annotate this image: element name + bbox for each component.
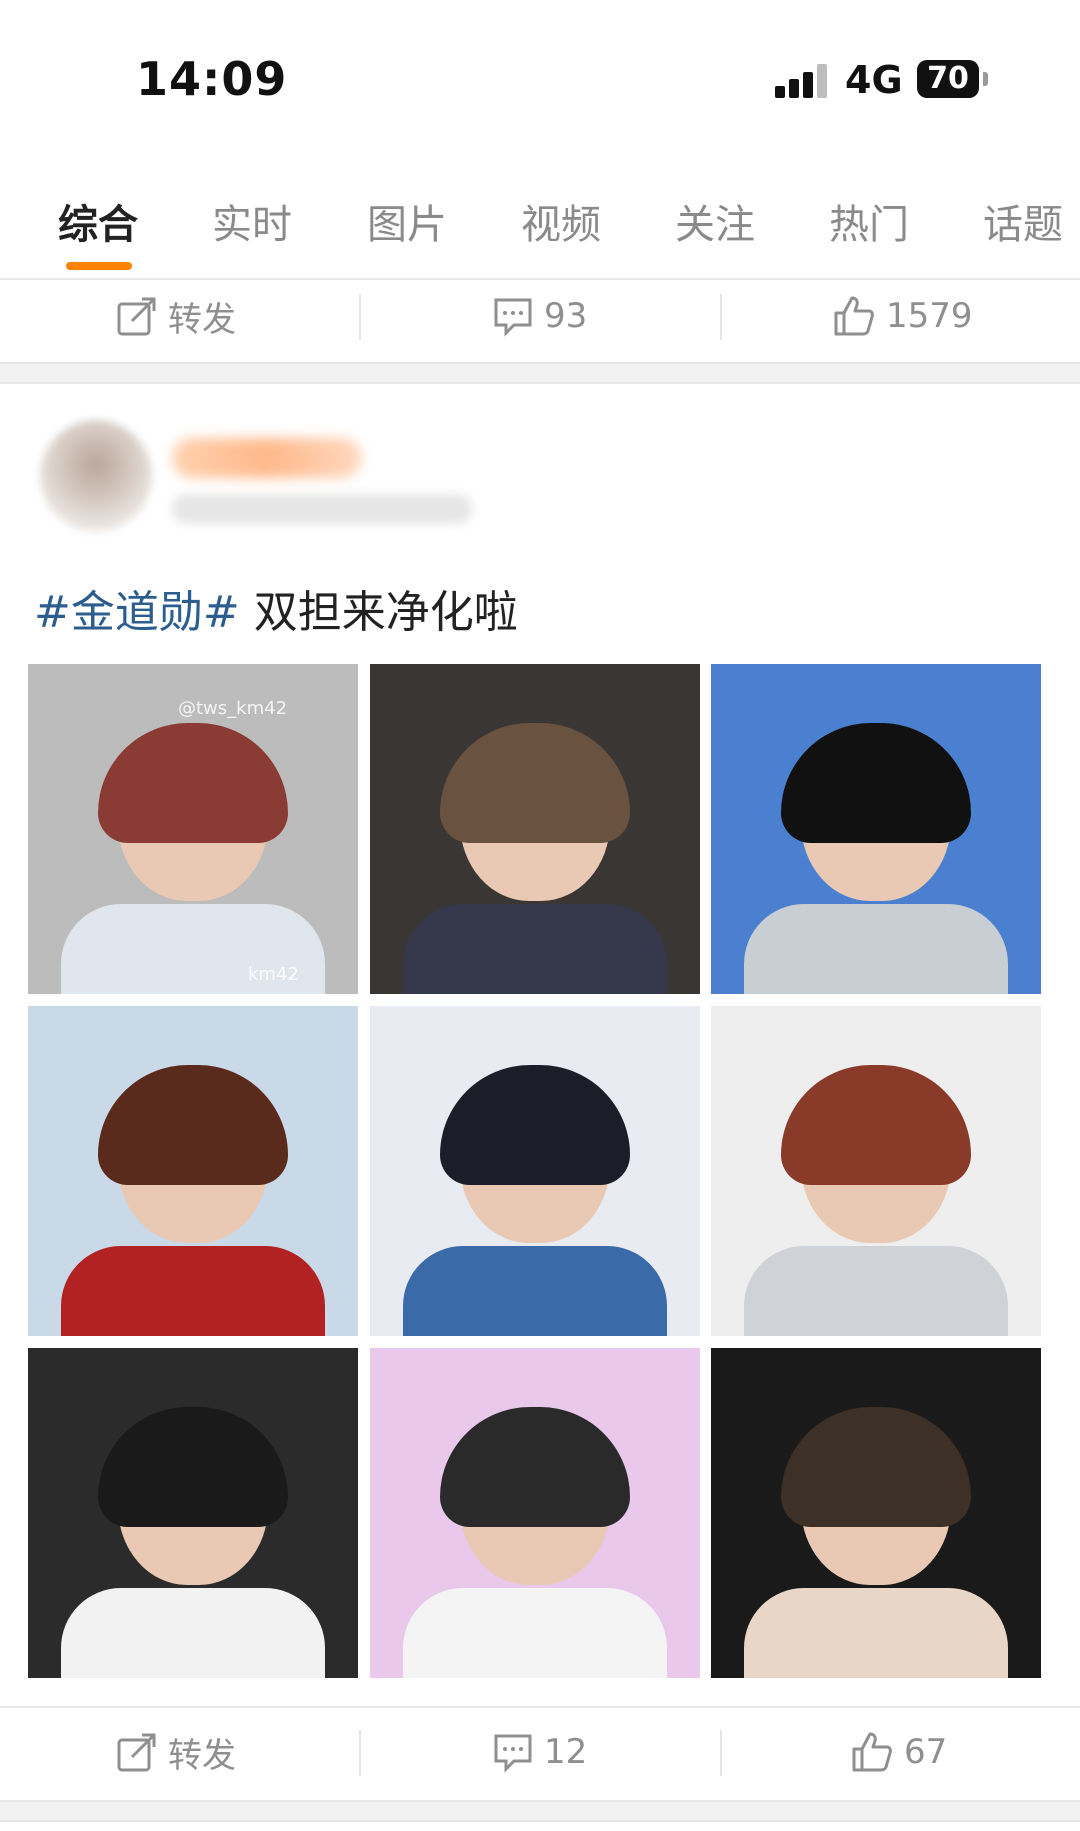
comment-icon	[494, 1734, 532, 1773]
post-image-4[interactable]	[28, 1006, 358, 1336]
status-time: 14:09	[136, 52, 288, 106]
comment-count: 12	[544, 1732, 588, 1772]
hashtag-link[interactable]: #金道勋#	[34, 587, 240, 638]
comment-button[interactable]: 93	[492, 272, 587, 360]
photo-clothing	[744, 904, 1008, 994]
photo-watermark: @tws_km42	[178, 698, 288, 719]
repost-icon	[117, 297, 156, 336]
thumbs-up-icon	[852, 1732, 892, 1772]
post-image-8[interactable]	[370, 1348, 700, 1678]
like-count: 1579	[886, 296, 973, 336]
tab-hot[interactable]: 热门	[829, 192, 909, 250]
photo-hair	[440, 1065, 630, 1186]
photo-clothing	[744, 1588, 1008, 1678]
tab-following[interactable]: 关注	[675, 192, 755, 250]
comment-count: 93	[544, 296, 588, 336]
photo-hair	[98, 723, 288, 844]
post-text: #金道勋# 双担来净化啦	[34, 576, 518, 640]
tab-images[interactable]: 图片	[367, 192, 447, 250]
battery-icon: 70	[917, 60, 979, 98]
photo-clothing	[403, 904, 667, 994]
feed-gap	[0, 1800, 1080, 1822]
post-action-bar: 转发 12 67	[0, 1708, 1080, 1796]
photo-clothing	[61, 1588, 325, 1678]
tab-comprehensive[interactable]: 综合	[58, 192, 138, 250]
repost-icon	[117, 1733, 156, 1772]
post-image-7[interactable]	[28, 1348, 358, 1678]
battery-tip	[983, 72, 988, 86]
post-image-9[interactable]	[711, 1348, 1041, 1678]
post-image-5[interactable]	[370, 1006, 700, 1336]
action-separator	[720, 294, 722, 340]
thumbs-up-icon	[834, 296, 874, 336]
status-bar: 14:09 4G 70	[0, 0, 1080, 160]
like-button[interactable]: 1579	[832, 272, 973, 360]
photo-watermark: km42	[248, 964, 299, 985]
photo-clothing	[403, 1588, 667, 1678]
post-image-2[interactable]	[370, 664, 700, 994]
photo-hair	[440, 723, 630, 844]
post-body: 双担来净化啦	[239, 587, 518, 638]
action-separator	[720, 1730, 722, 1776]
photo-clothing	[61, 1246, 325, 1336]
post-image-3[interactable]	[711, 664, 1041, 994]
repost-button[interactable]: 转发	[116, 272, 236, 360]
like-button[interactable]: 67	[850, 1708, 947, 1796]
photo-hair	[781, 1065, 971, 1186]
photo-hair	[781, 1407, 971, 1528]
like-count: 67	[904, 1732, 948, 1772]
repost-label: 转发	[168, 299, 236, 340]
feed-gap	[0, 362, 1080, 384]
tab-videos[interactable]: 视频	[521, 192, 601, 250]
photo-hair	[98, 1065, 288, 1186]
comment-icon	[494, 298, 532, 337]
signal-icon	[775, 64, 831, 98]
photo-clothing	[403, 1246, 667, 1336]
post-image-1[interactable]: @tws_km42 km42	[28, 664, 358, 994]
post-image-6[interactable]	[711, 1006, 1041, 1336]
photo-hair	[98, 1407, 288, 1528]
photo-hair	[781, 723, 971, 844]
repost-label: 转发	[168, 1735, 236, 1776]
action-separator	[359, 1730, 361, 1776]
tab-topics[interactable]: 话题	[983, 192, 1063, 250]
network-type: 4G	[845, 58, 903, 102]
tab-realtime[interactable]: 实时	[212, 192, 292, 250]
post-meta-blurred	[172, 494, 472, 524]
comment-button[interactable]: 12	[492, 1708, 587, 1796]
photo-hair	[440, 1407, 630, 1528]
search-tabs: 综合 实时 图片 视频 关注 热门 话题	[0, 178, 1080, 278]
username-blurred[interactable]	[172, 438, 362, 478]
prev-post-action-bar: 转发 93 1579	[0, 272, 1080, 360]
active-tab-indicator	[66, 262, 132, 270]
avatar[interactable]	[40, 420, 152, 532]
action-separator	[359, 294, 361, 340]
photo-clothing	[744, 1246, 1008, 1336]
repost-button[interactable]: 转发	[116, 1708, 236, 1796]
